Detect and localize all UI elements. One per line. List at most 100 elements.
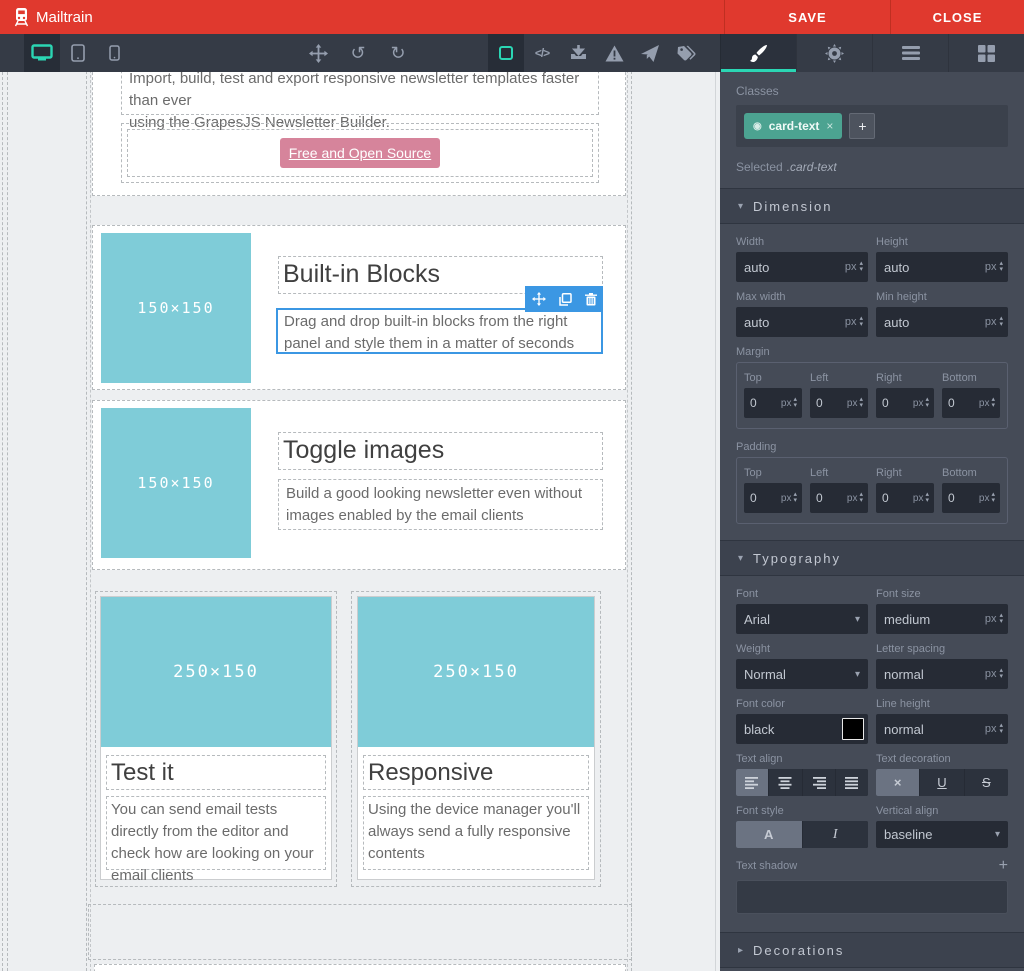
align-right-button[interactable] [803, 769, 835, 796]
column-card-test-it[interactable]: 250×150 Test it You can send email tests… [100, 596, 332, 880]
empty-row[interactable] [88, 904, 632, 960]
text-shadow-list[interactable] [736, 880, 1008, 914]
stepper-arrows[interactable]: ▴▾ [925, 397, 929, 409]
class-visibility-icon[interactable]: ◉ [753, 121, 762, 132]
decoration-strike-button[interactable]: S [965, 769, 1008, 796]
send-test-button[interactable] [632, 34, 668, 72]
tab-settings[interactable] [796, 34, 872, 72]
toggle-borders-button[interactable] [488, 34, 524, 72]
section-header-typography[interactable]: ▾ Typography [720, 540, 1024, 576]
save-button[interactable]: SAVE [724, 0, 890, 34]
selected-card-text[interactable]: Drag and drop built-in blocks from the r… [276, 308, 603, 354]
font-select[interactable]: Arial ▾ [736, 604, 868, 634]
intro-section[interactable]: Import, build, test and export responsiv… [92, 72, 626, 196]
card-built-in-blocks[interactable]: 150×150 Built-in Blocks [92, 225, 626, 390]
letter-spacing-input[interactable]: normal px ▴▾ [876, 659, 1008, 689]
copy-icon[interactable] [559, 293, 572, 306]
delete-icon[interactable] [585, 293, 597, 306]
stepper-arrows[interactable]: ▴▾ [859, 492, 863, 504]
align-center-button[interactable] [769, 769, 801, 796]
stepper-arrows[interactable]: ▴▾ [991, 397, 995, 409]
column-title-block[interactable]: Responsive [363, 755, 589, 790]
stepper-arrows[interactable]: ▴▾ [793, 397, 797, 409]
stepper-arrows[interactable]: ▴▾ [999, 668, 1003, 680]
stepper-arrows[interactable]: ▴▾ [999, 316, 1003, 328]
margin-left-input[interactable]: 0px▴▾ [810, 388, 868, 418]
open-code-button[interactable]: </> [524, 34, 560, 72]
column-card-responsive[interactable]: 250×150 Responsive Using the device mana… [357, 596, 595, 880]
footer-section[interactable] [94, 964, 626, 971]
line-height-input[interactable]: normal px ▴▾ [876, 714, 1008, 744]
tab-layers[interactable] [872, 34, 948, 72]
close-button[interactable]: CLOSE [890, 0, 1024, 34]
font-style-normal-button[interactable]: A [736, 821, 802, 848]
canvas-scrollbar[interactable] [715, 72, 716, 971]
move-tool-icon[interactable] [300, 34, 336, 72]
class-tag-card-text[interactable]: ◉ card-text × [744, 113, 842, 139]
add-class-button[interactable]: + [849, 113, 875, 139]
column-image-placeholder[interactable]: 250×150 [358, 597, 594, 747]
height-input[interactable]: auto px ▴▾ [876, 252, 1008, 282]
column-text-block[interactable]: You can send email tests directly from t… [106, 796, 326, 870]
device-desktop-button[interactable] [24, 34, 60, 72]
padding-top-input[interactable]: 0px▴▾ [744, 483, 802, 513]
padding-right-input[interactable]: 0px▴▾ [876, 483, 934, 513]
stepper-arrows[interactable]: ▴▾ [999, 261, 1003, 273]
stepper-arrows[interactable]: ▴▾ [991, 492, 995, 504]
stepper-arrows[interactable]: ▴▾ [925, 492, 929, 504]
stepper-arrows[interactable]: ▴▾ [999, 723, 1003, 735]
column-image-placeholder[interactable]: 250×150 [101, 597, 331, 747]
stepper-arrows[interactable]: ▴▾ [793, 492, 797, 504]
width-input[interactable]: auto px ▴▾ [736, 252, 868, 282]
style-manager-panel: Classes ◉ card-text × + Selected.card-te… [720, 72, 1024, 971]
section-header-decorations[interactable]: ▸ Decorations [720, 932, 1024, 968]
font-size-input[interactable]: medium px ▴▾ [876, 604, 1008, 634]
margin-bottom-input[interactable]: 0px▴▾ [942, 388, 1000, 418]
card-image-placeholder[interactable]: 150×150 [101, 233, 251, 383]
margin-right-input[interactable]: 0px▴▾ [876, 388, 934, 418]
stepper-arrows[interactable]: ▴▾ [859, 261, 863, 273]
tab-style-manager[interactable] [720, 34, 796, 72]
max-width-input[interactable]: auto px ▴▾ [736, 307, 868, 337]
min-height-input[interactable]: auto px ▴▾ [876, 307, 1008, 337]
stepper-arrows[interactable]: ▴▾ [859, 316, 863, 328]
color-swatch[interactable] [842, 718, 864, 740]
device-mobile-button[interactable] [96, 34, 132, 72]
redo-button[interactable]: ↻ [380, 34, 416, 72]
card-image-placeholder[interactable]: 150×150 [101, 408, 251, 558]
column-title-block[interactable]: Test it [106, 755, 326, 790]
undo-button[interactable]: ↺ [340, 34, 376, 72]
padding-left-input[interactable]: 0px▴▾ [810, 483, 868, 513]
cta-button[interactable]: Free and Open Source [280, 138, 440, 168]
font-color-input[interactable]: black [736, 714, 868, 744]
vertical-align-select[interactable]: baseline ▾ [876, 821, 1008, 848]
editor-canvas[interactable]: Import, build, test and export responsiv… [0, 72, 720, 971]
class-remove-icon[interactable]: × [826, 119, 833, 133]
stepper-arrows[interactable]: ▴▾ [859, 397, 863, 409]
decoration-underline-button[interactable]: U [920, 769, 963, 796]
margin-top-input[interactable]: 0px▴▾ [744, 388, 802, 418]
cta-outer-cell[interactable]: Free and Open Source [121, 123, 599, 183]
add-text-shadow-button[interactable]: + [999, 857, 1008, 875]
align-justify-button[interactable] [836, 769, 868, 796]
intro-text-block[interactable]: Import, build, test and export responsiv… [121, 72, 599, 115]
card-title-block[interactable]: Toggle images [278, 432, 603, 470]
stepper-arrows[interactable]: ▴▾ [999, 613, 1003, 625]
decoration-none-button[interactable]: × [876, 769, 919, 796]
device-tablet-button[interactable] [60, 34, 96, 72]
font-style-italic-button[interactable]: I [803, 821, 869, 848]
warning-button[interactable] [596, 34, 632, 72]
tab-blocks[interactable] [948, 34, 1024, 72]
card-toggle-images[interactable]: 150×150 Toggle images Build a good looki… [92, 400, 626, 570]
align-left-button[interactable] [736, 769, 768, 796]
chevron-down-icon: ▾ [738, 201, 743, 212]
move-handle-icon[interactable] [532, 292, 546, 306]
import-button[interactable] [560, 34, 596, 72]
weight-select[interactable]: Normal ▾ [736, 659, 868, 689]
section-header-dimension[interactable]: ▾ Dimension [720, 188, 1024, 224]
padding-bottom-input[interactable]: 0px▴▾ [942, 483, 1000, 513]
tags-button[interactable] [668, 34, 704, 72]
column-text-block[interactable]: Using the device manager you'll always s… [363, 796, 589, 870]
font-color-field: Font color black [736, 698, 868, 744]
card-text-block[interactable]: Build a good looking newsletter even wit… [278, 479, 603, 530]
